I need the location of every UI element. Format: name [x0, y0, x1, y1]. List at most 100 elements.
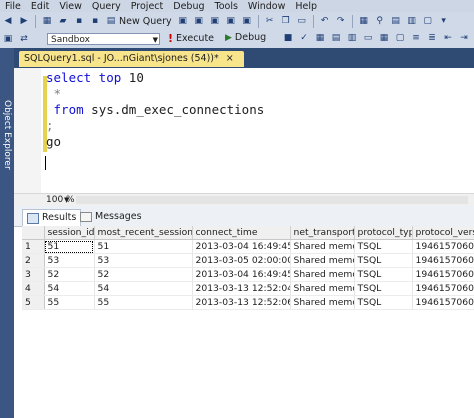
properties-icon[interactable]: ▤ [390, 15, 402, 27]
comment-icon[interactable]: ≡ [410, 32, 422, 44]
grid-cell[interactable]: 55 [44, 295, 95, 310]
menu-window[interactable]: Window [243, 1, 290, 12]
grid-cell[interactable]: TSQL [354, 253, 413, 268]
grid-cell[interactable]: 53 [94, 253, 193, 268]
grid-cell[interactable]: Shared memory [290, 281, 355, 296]
new-project-icon[interactable]: ▦ [41, 15, 53, 27]
new-query-button[interactable]: New Query [119, 16, 172, 27]
query-editor[interactable]: select top 10 * from sys.dm_exec_connect… [14, 68, 474, 193]
grid-cell[interactable]: Shared memory [290, 267, 355, 282]
grid-corner[interactable] [22, 226, 45, 240]
column-header[interactable]: protocol_version [412, 226, 474, 240]
query-icon[interactable]: ▣ [225, 15, 237, 27]
table-row[interactable]: 4 54 54 2013-03-13 12:52:04.300 Shared m… [22, 281, 474, 296]
solution-config-icon[interactable]: ▦ [358, 15, 370, 27]
grid-cell[interactable]: 2013-03-05 02:00:00.423 [192, 253, 291, 268]
results-to-file-icon[interactable]: ▢ [394, 32, 406, 44]
parse-icon[interactable]: ✓ [298, 32, 310, 44]
query-icon[interactable]: ▣ [177, 15, 189, 27]
copy-icon[interactable]: ❐ [280, 15, 292, 27]
grid-cell[interactable]: 2013-03-13 12:52:06.120 [192, 295, 291, 310]
grid-cell[interactable]: TSQL [354, 239, 413, 254]
grid-cell[interactable]: 1946157060 [412, 267, 474, 282]
column-header[interactable]: protocol_type [354, 226, 413, 240]
horizontal-scrollbar[interactable] [76, 196, 468, 204]
indent-icon[interactable]: ⇥ [458, 32, 470, 44]
menu-query[interactable]: Query [87, 1, 126, 12]
query-icon[interactable]: ▣ [241, 15, 253, 27]
grid-cell[interactable]: Shared memory [290, 239, 355, 254]
open-file-icon[interactable]: ▰ [57, 15, 69, 27]
table-row[interactable]: 3 52 52 2013-03-04 16:49:45.077 Shared m… [22, 267, 474, 282]
toolbox-icon[interactable]: ▥ [406, 15, 418, 27]
query-icon[interactable]: ▣ [193, 15, 205, 27]
cut-icon[interactable]: ✂ [264, 15, 276, 27]
results-grid[interactable]: session_id most_recent_session_id connec… [22, 226, 474, 310]
tab-results[interactable]: Results [22, 209, 82, 226]
menu-view[interactable]: View [54, 1, 87, 12]
query-document-tab[interactable]: SQLQuery1.sql - JO...nGiant\sjones (54))… [19, 51, 244, 67]
intellisense-icon[interactable]: ▥ [346, 32, 358, 44]
row-number[interactable]: 3 [22, 267, 45, 282]
query-icon[interactable]: ▣ [209, 15, 221, 27]
grid-cell[interactable]: 1946157060 [412, 239, 474, 254]
menu-edit[interactable]: Edit [26, 1, 54, 12]
tab-messages[interactable]: Messages [76, 209, 146, 225]
grid-cell[interactable]: 55 [94, 295, 193, 310]
new-query-icon[interactable]: ▤ [105, 15, 117, 27]
paste-icon[interactable]: ▭ [296, 15, 308, 27]
save-all-icon[interactable]: ▪ [89, 15, 101, 27]
object-explorer-sidebar[interactable]: Object Explorer [0, 48, 14, 418]
results-to-text-icon[interactable]: ▭ [362, 32, 374, 44]
execute-button[interactable]: ! Execute [168, 32, 214, 45]
close-icon[interactable]: × [226, 53, 234, 64]
row-number[interactable]: 2 [22, 253, 45, 268]
connect-icon[interactable]: ▣ [2, 33, 14, 45]
row-number[interactable]: 1 [22, 239, 45, 254]
display-plan-icon[interactable]: ▦ [314, 32, 326, 44]
grid-cell[interactable]: 2013-03-04 16:49:45.077 [192, 239, 291, 254]
menu-tools[interactable]: Tools [210, 1, 243, 12]
grid-cell[interactable]: 52 [44, 267, 95, 282]
save-icon[interactable]: ▪ [73, 15, 85, 27]
find-icon[interactable]: ⚲ [374, 15, 386, 27]
table-row[interactable]: 5 55 55 2013-03-13 12:52:06.120 Shared m… [22, 295, 474, 310]
grid-cell[interactable]: 2013-03-13 12:52:04.300 [192, 281, 291, 296]
undo-icon[interactable]: ↶ [319, 15, 331, 27]
window-icon[interactable]: ▢ [422, 15, 434, 27]
outdent-icon[interactable]: ⇤ [442, 32, 454, 44]
grid-cell[interactable]: TSQL [354, 281, 413, 296]
stop-icon[interactable]: ■ [282, 32, 294, 44]
menu-file[interactable]: File [0, 1, 26, 12]
column-header[interactable]: connect_time [192, 226, 291, 240]
query-designer-icon[interactable]: ▤ [330, 32, 342, 44]
redo-icon[interactable]: ↷ [335, 15, 347, 27]
grid-cell[interactable]: 2013-03-04 16:49:45.077 [192, 267, 291, 282]
grid-cell[interactable]: 54 [94, 281, 193, 296]
row-number[interactable]: 5 [22, 295, 45, 310]
table-row[interactable]: 1 51 51 2013-03-04 16:49:45.077 Shared m… [22, 239, 474, 254]
database-select[interactable]: Sandbox ▼ [47, 33, 160, 45]
grid-cell[interactable]: 51 [94, 239, 193, 254]
grid-cell[interactable]: 51 [44, 239, 95, 254]
grid-cell[interactable]: Shared memory [290, 253, 355, 268]
options-icon[interactable]: ▾ [438, 15, 450, 27]
grid-cell[interactable]: TSQL [354, 267, 413, 282]
grid-cell[interactable]: TSQL [354, 295, 413, 310]
grid-cell[interactable]: Shared memory [290, 295, 355, 310]
uncomment-icon[interactable]: ≣ [426, 32, 438, 44]
grid-cell[interactable]: 1946157060 [412, 295, 474, 310]
back-icon[interactable]: ◀ [2, 15, 14, 27]
grid-cell[interactable]: 1946157060 [412, 281, 474, 296]
grid-cell[interactable]: 54 [44, 281, 95, 296]
change-connection-icon[interactable]: ⇄ [18, 33, 30, 45]
grid-cell[interactable]: 53 [44, 253, 95, 268]
column-header[interactable]: session_id [44, 226, 95, 240]
column-header[interactable]: most_recent_session_id [94, 226, 193, 240]
table-row[interactable]: 2 53 53 2013-03-05 02:00:00.423 Shared m… [22, 253, 474, 268]
menu-debug[interactable]: Debug [168, 1, 209, 12]
menu-project[interactable]: Project [126, 1, 169, 12]
grid-cell[interactable]: 1946157060 [412, 253, 474, 268]
menu-help[interactable]: Help [290, 1, 322, 12]
grid-cell[interactable]: 52 [94, 267, 193, 282]
